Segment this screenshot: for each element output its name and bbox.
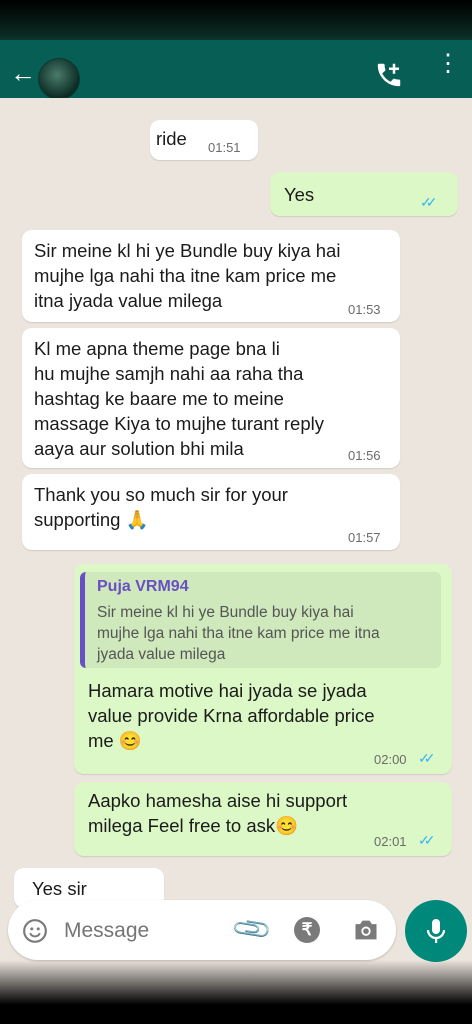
- nav-bar-area: [0, 960, 472, 1024]
- message-bubble[interactable]: Sir meine kl hi ye Bundle buy kiya hai m…: [22, 230, 400, 322]
- emoji-icon[interactable]: [22, 918, 48, 944]
- quote-text: Sir meine kl hi ye Bundle buy kiya hai m…: [97, 604, 380, 663]
- read-ticks-icon: ✓✓: [418, 750, 436, 766]
- message-text: ride: [156, 128, 187, 149]
- message-time: 01:56: [348, 448, 381, 463]
- message-bubble[interactable]: ride 01:51: [150, 120, 258, 160]
- mic-icon: [426, 919, 446, 943]
- add-call-icon[interactable]: [374, 60, 404, 90]
- message-text: Yes: [284, 184, 315, 205]
- paperclip-icon[interactable]: 📎: [230, 907, 275, 952]
- message-text: Thank you so much sir for your supportin…: [34, 484, 288, 530]
- rupee-icon[interactable]: ₹: [294, 917, 320, 943]
- mic-button[interactable]: [405, 900, 467, 962]
- more-vert-icon[interactable]: ⋮: [436, 52, 460, 76]
- message-text: Yes sir: [32, 878, 87, 899]
- message-time: 01:57: [348, 530, 381, 545]
- message-text: Sir meine kl hi ye Bundle buy kiya hai m…: [34, 240, 341, 311]
- arrow-left-icon[interactable]: ←: [10, 58, 36, 89]
- camera-icon[interactable]: [352, 917, 380, 943]
- quoted-message[interactable]: Puja VRM94 Sir meine kl hi ye Bundle buy…: [80, 572, 441, 668]
- message-bubble[interactable]: Yes ✓✓: [270, 172, 458, 216]
- message-text: Hamara motive hai jyada se jyada value p…: [88, 680, 375, 751]
- message-time: 01:51: [208, 140, 241, 155]
- message-time: 02:00: [374, 752, 407, 767]
- message-bubble[interactable]: Kl me apna theme page bna li hu mujhe sa…: [22, 328, 400, 468]
- message-text: Aapko hamesha aise hi support milega Fee…: [88, 790, 348, 836]
- message-time: 02:01: [374, 834, 407, 849]
- message-time: 01:53: [348, 302, 381, 317]
- message-bubble[interactable]: Thank you so much sir for your supportin…: [22, 474, 400, 550]
- message-input[interactable]: [62, 914, 226, 948]
- header-edge: [0, 98, 472, 114]
- read-ticks-icon: ✓✓: [420, 194, 438, 210]
- contact-avatar[interactable]: [38, 58, 80, 100]
- read-ticks-icon: ✓✓: [418, 832, 436, 848]
- message-bubble[interactable]: Aapko hamesha aise hi support milega Fee…: [74, 782, 452, 856]
- message-composer: 📎 ₹: [8, 900, 396, 960]
- message-text: Kl me apna theme page bna li hu mujhe sa…: [34, 338, 324, 459]
- quote-author: Puja VRM94: [97, 578, 189, 595]
